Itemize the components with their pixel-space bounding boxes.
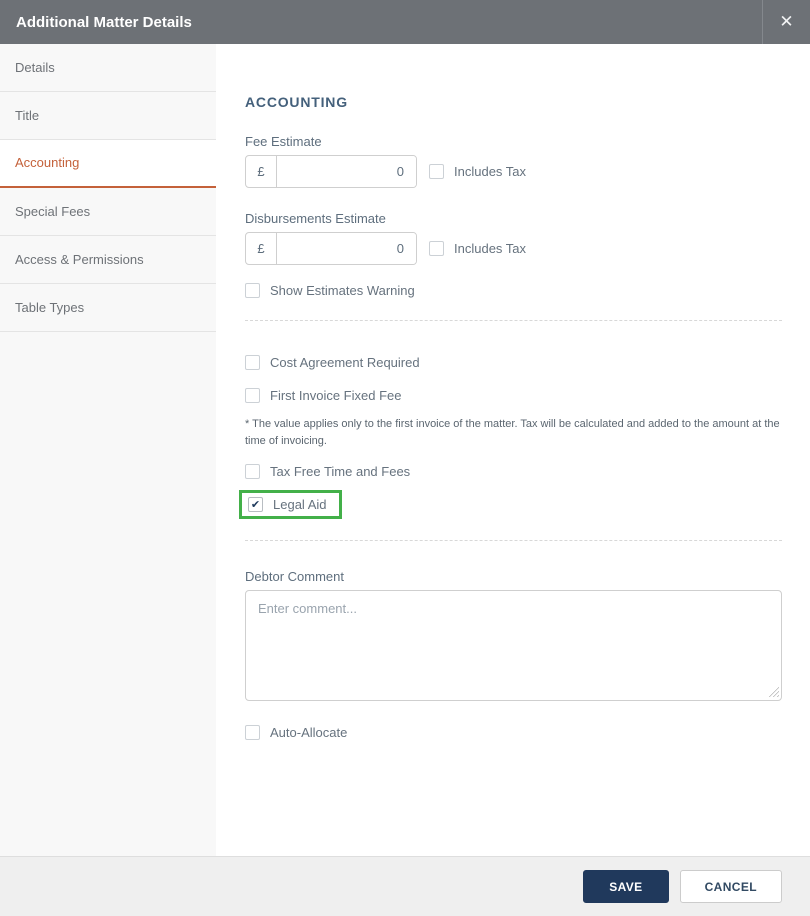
close-icon[interactable]: ✕ <box>762 0 810 44</box>
fee-estimate-label: Fee Estimate <box>245 134 322 149</box>
auto-allocate-label: Auto-Allocate <box>270 725 348 740</box>
fee-estimate-input[interactable] <box>277 156 416 187</box>
save-button[interactable]: SAVE <box>583 870 669 903</box>
currency-symbol: £ <box>246 233 277 264</box>
modal-title: Additional Matter Details <box>16 13 192 31</box>
fee-includes-tax-checkbox[interactable] <box>429 164 444 179</box>
sidebar-item-special-fees[interactable]: Special Fees <box>0 188 216 236</box>
show-estimates-warning-checkbox[interactable] <box>245 283 260 298</box>
modal-body: Details Title Accounting Special Fees Ac… <box>0 44 810 856</box>
first-invoice-fixed-fee-label: First Invoice Fixed Fee <box>270 388 402 403</box>
debtor-comment-textarea[interactable] <box>245 590 782 701</box>
sidebar-item-title[interactable]: Title <box>0 92 216 140</box>
cost-agreement-required-label: Cost Agreement Required <box>270 355 420 370</box>
fee-estimate-input-group: £ <box>245 155 417 188</box>
legal-aid-checkbox-row[interactable]: ✔ Legal Aid <box>248 497 327 512</box>
auto-allocate-checkbox[interactable] <box>245 725 260 740</box>
fee-estimate-row: £ Includes Tax <box>245 155 782 188</box>
tax-free-time-and-fees-label: Tax Free Time and Fees <box>270 464 411 479</box>
show-estimates-warning-label: Show Estimates Warning <box>270 283 415 298</box>
disbursements-includes-tax-label: Includes Tax <box>454 241 527 256</box>
debtor-comment-wrap <box>245 590 782 701</box>
show-estimates-warning-checkbox-row[interactable]: Show Estimates Warning <box>245 283 782 298</box>
divider <box>245 320 782 321</box>
divider <box>245 540 782 541</box>
disbursements-includes-tax-checkbox-row[interactable]: Includes Tax <box>429 241 526 256</box>
section-title: ACCOUNTING <box>245 94 348 110</box>
tax-free-time-and-fees-checkbox[interactable] <box>245 464 260 479</box>
disbursements-estimate-row: £ Includes Tax <box>245 232 782 265</box>
cost-agreement-required-checkbox[interactable] <box>245 355 260 370</box>
sidebar-item-accounting[interactable]: Accounting <box>0 140 216 188</box>
legal-aid-highlight-box: ✔ Legal Aid <box>239 490 342 519</box>
sidebar-item-table-types[interactable]: Table Types <box>0 284 216 332</box>
disbursements-includes-tax-checkbox[interactable] <box>429 241 444 256</box>
accounting-panel: ACCOUNTING Fee Estimate £ Includes Tax D… <box>216 44 810 856</box>
first-invoice-fixed-fee-checkbox[interactable] <box>245 388 260 403</box>
debtor-comment-label: Debtor Comment <box>245 569 344 584</box>
sidebar-item-access-permissions[interactable]: Access & Permissions <box>0 236 216 284</box>
fee-includes-tax-checkbox-row[interactable]: Includes Tax <box>429 164 526 179</box>
disbursements-estimate-input-group: £ <box>245 232 417 265</box>
tax-free-time-and-fees-checkbox-row[interactable]: Tax Free Time and Fees <box>245 464 782 479</box>
first-invoice-note: * The value applies only to the first in… <box>245 418 780 447</box>
currency-symbol: £ <box>246 156 277 187</box>
disbursements-estimate-input[interactable] <box>277 233 416 264</box>
cost-agreement-required-checkbox-row[interactable]: Cost Agreement Required <box>245 355 782 370</box>
first-invoice-fixed-fee-checkbox-row[interactable]: First Invoice Fixed Fee <box>245 388 782 403</box>
sidebar: Details Title Accounting Special Fees Ac… <box>0 44 216 856</box>
fee-includes-tax-label: Includes Tax <box>454 164 527 179</box>
sidebar-item-details[interactable]: Details <box>0 44 216 92</box>
modal-footer: SAVE CANCEL <box>0 856 810 916</box>
auto-allocate-checkbox-row[interactable]: Auto-Allocate <box>245 725 782 740</box>
modal-header: Additional Matter Details ✕ <box>0 0 810 44</box>
cancel-button[interactable]: CANCEL <box>679 870 782 903</box>
disbursements-estimate-label: Disbursements Estimate <box>245 211 386 226</box>
legal-aid-checkbox[interactable]: ✔ <box>248 497 263 512</box>
legal-aid-label: Legal Aid <box>273 497 327 512</box>
